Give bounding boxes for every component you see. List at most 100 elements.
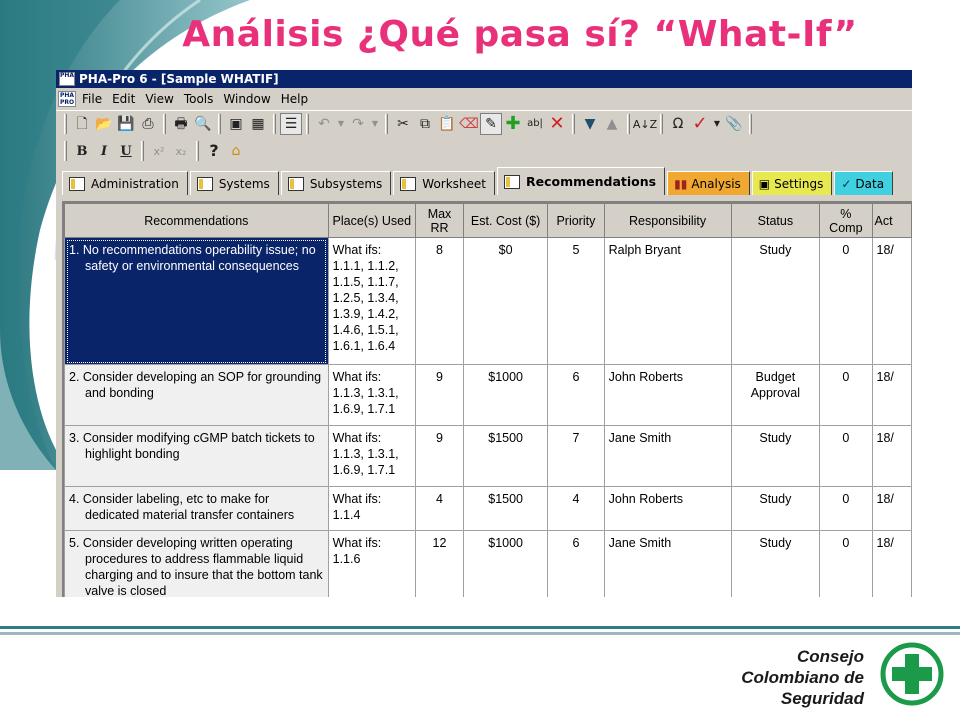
places-cell[interactable]: What ifs: 1.1.3, 1.3.1, 1.6.9, 1.7.1 — [327, 425, 416, 487]
tab-settings[interactable]: ▣ Settings — [751, 171, 833, 195]
sort-icon[interactable]: A↓Z — [633, 113, 657, 135]
recommendation-cell[interactable]: 1. No recommendations operability issue;… — [64, 237, 329, 365]
document-icon[interactable]: PHA PRO — [58, 91, 76, 107]
check-dropdown-icon[interactable]: ▼ — [711, 113, 723, 135]
table-row[interactable]: 5. Consider developing written operating… — [64, 530, 912, 597]
recommendation-cell[interactable]: 4. Consider labeling, etc to make for de… — [64, 486, 329, 531]
column-header[interactable]: Status — [730, 203, 821, 238]
redo-dropdown-icon[interactable]: ▼ — [369, 113, 381, 135]
cost-cell[interactable]: $1000 — [463, 364, 549, 426]
paste-icon[interactable]: 📋 — [436, 113, 458, 135]
column-header[interactable]: Recommendations — [64, 203, 329, 238]
tab-subsystems[interactable]: Subsystems — [280, 171, 392, 195]
status-cell[interactable]: Study — [730, 425, 821, 487]
act-cell[interactable]: 18/ — [871, 486, 912, 531]
max-rr-cell[interactable]: 12 — [414, 530, 465, 597]
column-header[interactable]: % Comp — [819, 203, 873, 238]
move-up-icon[interactable]: ▲ — [601, 113, 623, 135]
max-rr-cell[interactable]: 8 — [414, 237, 465, 365]
recommendation-cell[interactable]: 5. Consider developing written operating… — [64, 530, 329, 597]
tab-analysis[interactable]: ▮▮ Analysis — [667, 171, 750, 195]
column-header[interactable]: Place(s) Used — [327, 203, 416, 238]
menu-help[interactable]: Help — [281, 92, 308, 106]
tab-data[interactable]: ✓ Data — [834, 171, 894, 195]
comp-cell[interactable]: 0 — [819, 425, 873, 487]
view-icon[interactable]: ☰ — [280, 113, 302, 135]
subscript-button[interactable]: x₂ — [170, 140, 192, 162]
status-cell[interactable]: Study — [730, 237, 821, 365]
new-file-icon[interactable]: 🗋 — [71, 113, 93, 135]
rename-icon[interactable]: ab| — [524, 113, 546, 135]
print-icon[interactable]: 🖶 — [170, 113, 192, 135]
add-icon[interactable]: ✚ — [502, 113, 524, 135]
act-cell[interactable]: 18/ — [871, 530, 912, 597]
italic-button[interactable]: I — [93, 140, 115, 162]
comp-cell[interactable]: 0 — [819, 530, 873, 597]
grid-icon[interactable]: ▦ — [247, 113, 269, 135]
column-header[interactable]: Max RR — [414, 203, 465, 238]
recommendations-grid[interactable]: Recommendations Place(s) Used Max RR Est… — [62, 201, 912, 597]
status-cell[interactable]: Study — [730, 486, 821, 531]
priority-cell[interactable]: 6 — [547, 364, 605, 426]
toolbar-grip[interactable] — [64, 114, 67, 134]
places-cell[interactable]: What ifs: 1.1.3, 1.3.1, 1.6.9, 1.7.1 — [327, 364, 416, 426]
toolbar-grip[interactable] — [64, 141, 67, 161]
places-cell[interactable]: What ifs: 1.1.6 — [327, 530, 416, 597]
cost-cell[interactable]: $0 — [463, 237, 549, 365]
save-icon[interactable]: 💾 — [115, 113, 137, 135]
highlight-icon[interactable]: ✎ — [480, 113, 502, 135]
recommendation-cell[interactable]: 2. Consider developing an SOP for ground… — [64, 364, 329, 426]
table-row[interactable]: 2. Consider developing an SOP for ground… — [64, 364, 912, 426]
menu-tools[interactable]: Tools — [184, 92, 214, 106]
max-rr-cell[interactable]: 9 — [414, 425, 465, 487]
places-cell[interactable]: What ifs: 1.1.1, 1.1.2, 1.1.5, 1.1.7, 1.… — [327, 237, 416, 365]
act-cell[interactable]: 18/ — [871, 425, 912, 487]
menu-edit[interactable]: Edit — [112, 92, 135, 106]
cost-cell[interactable]: $1500 — [463, 425, 549, 487]
move-down-icon[interactable]: ▼ — [579, 113, 601, 135]
responsibility-cell[interactable]: Jane Smith — [603, 530, 732, 597]
responsibility-cell[interactable]: John Roberts — [603, 364, 732, 426]
page-preview-icon[interactable]: 🔍 — [192, 113, 214, 135]
table-row[interactable]: 3. Consider modifying cGMP batch tickets… — [64, 425, 912, 487]
max-rr-cell[interactable]: 9 — [414, 364, 465, 426]
menu-window[interactable]: Window — [223, 92, 270, 106]
print-preview-icon[interactable]: ⎙ — [137, 113, 159, 135]
cost-cell[interactable]: $1500 — [463, 486, 549, 531]
recommendation-cell[interactable]: 3. Consider modifying cGMP batch tickets… — [64, 425, 329, 487]
cost-cell[interactable]: $1000 — [463, 530, 549, 597]
act-cell[interactable]: 18/ — [871, 364, 912, 426]
underline-button[interactable]: U — [115, 140, 137, 162]
delete-icon[interactable]: ✕ — [546, 113, 568, 135]
menu-file[interactable]: File — [82, 92, 102, 106]
priority-cell[interactable]: 6 — [547, 530, 605, 597]
responsibility-cell[interactable]: John Roberts — [603, 486, 732, 531]
copy-icon[interactable]: ⧉ — [414, 113, 436, 135]
comp-cell[interactable]: 0 — [819, 364, 873, 426]
priority-cell[interactable]: 5 — [547, 237, 605, 365]
cut-icon[interactable]: ✂ — [392, 113, 414, 135]
redo-icon[interactable]: ↷ — [347, 113, 369, 135]
priority-cell[interactable]: 4 — [547, 486, 605, 531]
responsibility-cell[interactable]: Ralph Bryant — [603, 237, 732, 365]
undo-dropdown-icon[interactable]: ▼ — [335, 113, 347, 135]
column-header[interactable]: Act — [871, 203, 912, 238]
max-rr-cell[interactable]: 4 — [414, 486, 465, 531]
tab-recommendations[interactable]: Recommendations — [497, 167, 666, 195]
responsibility-cell[interactable]: Jane Smith — [603, 425, 732, 487]
table-row[interactable]: 1. No recommendations operability issue;… — [64, 237, 912, 365]
attach-icon[interactable]: 📎 — [723, 113, 745, 135]
tab-administration[interactable]: Administration — [62, 171, 188, 195]
status-cell[interactable]: Study — [730, 530, 821, 597]
tab-worksheet[interactable]: Worksheet — [393, 171, 496, 195]
column-header[interactable]: Priority — [547, 203, 605, 238]
act-cell[interactable]: 18/ — [871, 237, 912, 365]
bold-button[interactable]: B — [71, 140, 93, 162]
check-icon[interactable]: ✓ — [689, 113, 711, 135]
table-row[interactable]: 4. Consider labeling, etc to make for de… — [64, 486, 912, 531]
undo-icon[interactable]: ↶ — [313, 113, 335, 135]
places-cell[interactable]: What ifs: 1.1.4 — [327, 486, 416, 531]
help-icon[interactable]: ? — [203, 140, 225, 162]
column-header[interactable]: Responsibility — [603, 203, 732, 238]
menu-view[interactable]: View — [145, 92, 173, 106]
